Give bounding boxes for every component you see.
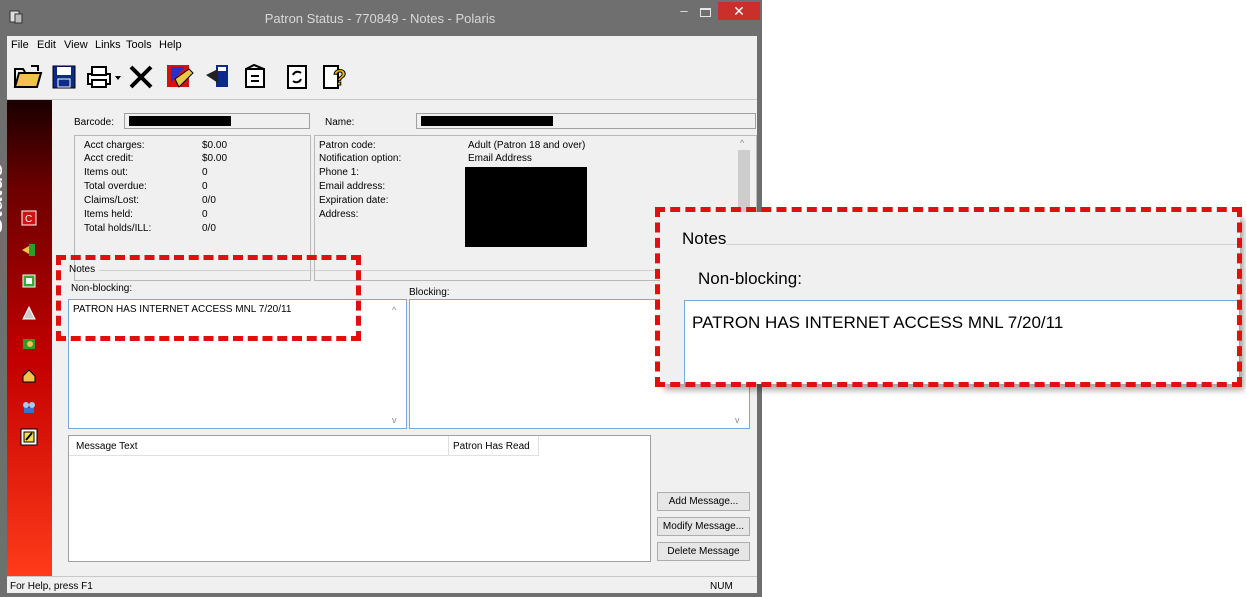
acct-charges-value: $0.00 <box>202 140 228 151</box>
check-in-icon[interactable] <box>165 63 195 91</box>
status-label: Status <box>0 163 8 234</box>
messages-list[interactable]: Message Text Patron Has Read <box>68 435 651 562</box>
email-label: Email address: <box>319 181 386 192</box>
refresh-icon[interactable] <box>285 63 309 91</box>
help-hint: For Help, press F1 <box>10 581 93 592</box>
minimize-button[interactable]: – <box>677 4 691 17</box>
items-held-value: 0 <box>202 209 208 220</box>
add-message-button[interactable]: Add Message... <box>657 492 750 511</box>
acct-credit-value: $0.00 <box>202 153 228 164</box>
contact-redacted <box>465 167 587 247</box>
total-overdue-value: 0 <box>202 181 208 192</box>
menu-edit[interactable]: Edit <box>37 39 56 51</box>
patron-has-read-header[interactable]: Patron Has Read <box>453 441 530 452</box>
associations-icon[interactable] <box>21 399 37 415</box>
menu-help[interactable]: Help <box>159 39 182 51</box>
menu-links[interactable]: Links <box>95 39 121 51</box>
notification-label: Notification option: <box>319 153 402 164</box>
items-out-icon[interactable] <box>21 242 37 258</box>
barcode-redacted <box>129 116 231 126</box>
notes-highlight <box>56 255 361 341</box>
acct-credit-label: Acct credit: <box>84 153 134 164</box>
maximize-button[interactable] <box>700 8 711 17</box>
name-redacted <box>421 116 553 126</box>
items-out-label: Items out: <box>84 167 128 178</box>
toolbar: ? <box>7 54 757 100</box>
patron-code-value: Adult (Patron 18 and over) <box>468 140 586 151</box>
svg-text:C: C <box>25 214 32 225</box>
help-icon[interactable]: ? <box>321 63 349 91</box>
items-held-label: Items held: <box>84 209 133 220</box>
app-icon <box>9 10 23 24</box>
holds-icon[interactable] <box>21 273 37 289</box>
status-sidebar: Status C <box>0 100 52 576</box>
properties-icon[interactable] <box>242 63 268 91</box>
window-title: Patron Status - 770849 - Notes - Polaris <box>264 11 496 26</box>
address-label: Address: <box>319 209 359 220</box>
phone-label: Phone 1: <box>319 167 360 178</box>
address-icon[interactable] <box>21 368 37 384</box>
title-bar: Patron Status - 770849 - Notes - Polaris… <box>0 0 762 36</box>
delete-message-button[interactable]: Delete Message <box>657 542 750 561</box>
total-holds-label: Total holds/ILL: <box>84 223 152 234</box>
claims-lost-label: Claims/Lost: <box>84 195 140 206</box>
close-button[interactable]: ✕ <box>718 2 760 20</box>
message-text-header[interactable]: Message Text <box>76 441 138 452</box>
num-lock-indicator: NUM <box>710 581 733 592</box>
notes-icon[interactable] <box>20 428 38 446</box>
notification-value: Email Address <box>468 153 532 164</box>
patron-code-label: Patron code: <box>319 140 376 151</box>
save-icon[interactable] <box>52 63 76 91</box>
claims-icon[interactable] <box>21 336 37 352</box>
total-overdue-label: Total overdue: <box>84 181 147 192</box>
zoom-highlight <box>655 207 1242 387</box>
menu-bar: File Edit View Links Tools Help <box>7 36 757 54</box>
svg-text:?: ? <box>333 65 346 90</box>
menu-view[interactable]: View <box>64 39 88 51</box>
check-out-icon[interactable] <box>204 63 232 91</box>
delete-icon[interactable] <box>127 63 155 91</box>
items-out-value: 0 <box>202 167 208 178</box>
print-icon[interactable] <box>86 63 114 91</box>
acct-charges-label: Acct charges: <box>84 140 145 151</box>
modify-message-button[interactable]: Modify Message... <box>657 517 750 536</box>
name-label: Name: <box>325 117 355 128</box>
charges-icon[interactable]: C <box>21 210 37 226</box>
expiration-label: Expiration date: <box>319 195 389 206</box>
menu-file[interactable]: File <box>11 39 29 51</box>
blocking-label: Blocking: <box>409 287 450 298</box>
claims-lost-value: 0/0 <box>202 195 216 206</box>
print-dropdown-icon[interactable] <box>114 63 122 91</box>
ill-icon[interactable] <box>21 305 37 321</box>
open-folder-icon[interactable] <box>13 63 43 91</box>
menu-tools[interactable]: Tools <box>126 39 152 51</box>
total-holds-value: 0/0 <box>202 223 216 234</box>
status-line: For Help, press F1 NUM <box>7 576 757 593</box>
barcode-label: Barcode: <box>74 117 115 128</box>
